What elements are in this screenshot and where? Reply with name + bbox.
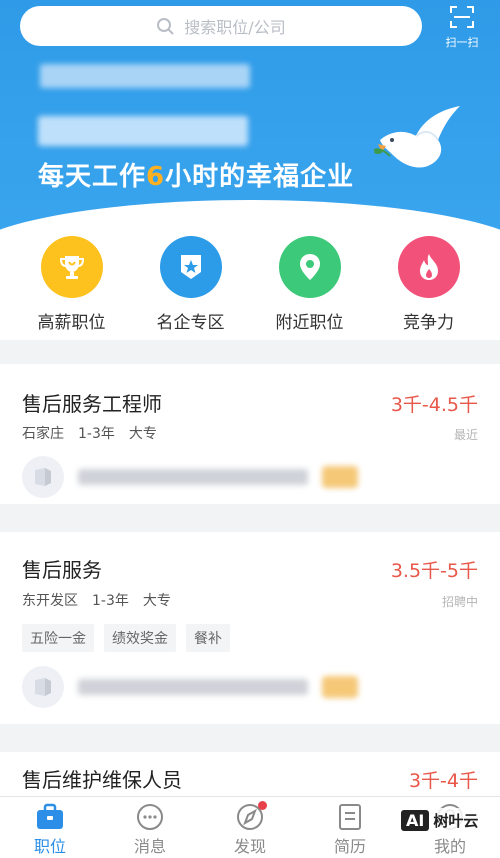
job-status: 最近 [453,428,478,442]
quick-link-famous-companies[interactable]: 名企专区 [141,230,241,340]
company-logo [22,456,64,498]
banner-title: 每天工作6小时的幸福企业 [38,162,355,192]
trophy-icon [40,236,103,298]
job-meta: 石家庄 1-3年 大专 [22,423,157,443]
dove-icon [373,106,460,168]
blurred-company-badge [322,466,358,488]
watermark-text: 树叶云 [433,812,479,830]
search-bar[interactable]: 搜索职位/公司 [20,6,422,46]
search-icon [157,18,175,35]
tab-resume[interactable]: 简历 [300,797,400,858]
job-title: 售后服务 [22,558,102,582]
quick-links: 高薪职位 名企专区 附近职位 竞争力 [0,230,500,340]
job-title: 售后维护维保人员 [22,768,182,792]
company-row[interactable] [22,666,358,708]
flame-icon [397,236,460,298]
job-salary: 3.5千-5千 [390,560,478,582]
job-tags: 五险一金 绩效奖金 餐补 [22,624,230,652]
job-education: 大专 [142,593,171,609]
tab-jobs[interactable]: 职位 [0,797,100,858]
job-salary: 3千-4千 [408,770,478,792]
quick-link-label: 竞争力 [403,313,454,333]
scan-icon [450,6,474,28]
company-logo [22,666,64,708]
job-salary: 3千-4.5千 [390,394,478,416]
job-tag: 五险一金 [22,624,94,652]
job-card[interactable]: 售后服务 3.5千-5千 东开发区 1-3年 大专 招聘中 五险一金 绩效奖金 … [0,532,500,724]
quick-link-competitiveness[interactable]: 竞争力 [379,230,479,340]
watermark-badge: AI [401,810,430,831]
job-meta: 东开发区 1-3年 大专 [22,590,171,610]
location-pin-icon [278,236,341,298]
quick-link-label: 附近职位 [275,313,344,333]
blurred-company-name [78,469,308,485]
job-status: 招聘中 [441,595,478,609]
blurred-company-badge [322,676,358,698]
job-experience: 1-3年 [78,426,115,442]
tab-label: 发现 [233,837,266,856]
tab-discover[interactable]: 发现 [200,797,300,858]
star-badge-icon [159,236,222,298]
blurred-banner-headline [38,116,248,146]
tab-label: 我的 [433,837,466,856]
quick-link-label: 高薪职位 [37,313,106,333]
job-location: 东开发区 [22,593,78,609]
blurred-banner-logo [40,64,250,88]
job-card[interactable]: 售后维护维保人员 3千-4千 [0,752,500,796]
chat-bubble-icon [137,804,163,830]
tab-label: 职位 [33,837,66,856]
watermark: AI 树叶云 [397,808,483,833]
job-card[interactable]: 售后服务工程师 3千-4.5千 石家庄 1-3年 大专 最近 [0,364,500,504]
company-row[interactable] [22,456,358,498]
blurred-company-name [78,679,308,695]
job-location: 石家庄 [22,426,64,442]
job-tag: 餐补 [186,624,230,652]
job-experience: 1-3年 [92,593,129,609]
tab-label: 简历 [333,837,366,856]
resume-icon [339,804,361,830]
quick-link-nearby[interactable]: 附近职位 [260,230,360,340]
scan-button[interactable]: 扫一扫 [442,6,482,50]
tab-label: 消息 [133,837,166,856]
job-education: 大专 [128,426,157,442]
scan-label: 扫一扫 [445,36,479,49]
job-tag: 绩效奖金 [104,624,176,652]
search-placeholder: 搜索职位/公司 [184,18,286,37]
quick-link-high-salary[interactable]: 高薪职位 [22,230,122,340]
job-title: 售后服务工程师 [22,392,162,416]
notification-dot [258,801,267,810]
tab-messages[interactable]: 消息 [100,797,200,858]
quick-link-label: 名企专区 [156,313,225,333]
briefcase-icon [37,803,63,829]
